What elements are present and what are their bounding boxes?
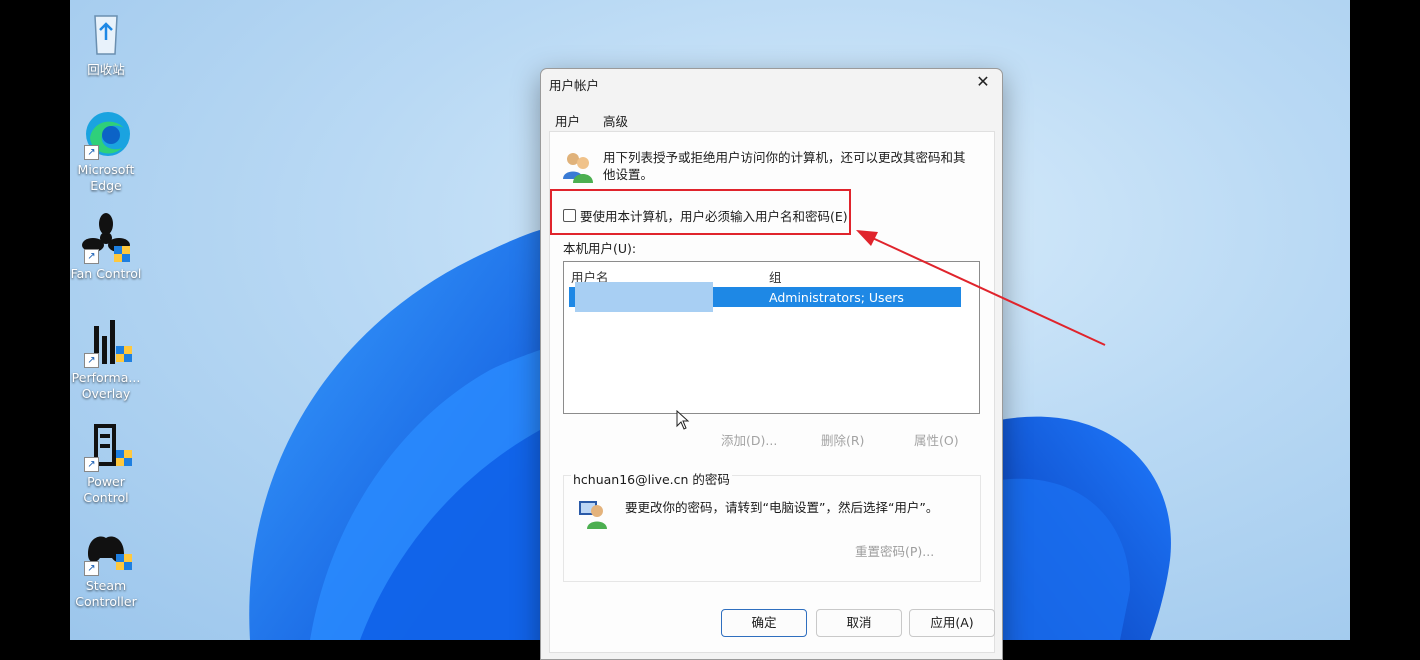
checkbox-label: 要使用本计算机，用户必须输入用户名和密码(E) <box>580 209 848 224</box>
tab-advanced[interactable]: 高级 <box>603 111 628 130</box>
shortcut-arrow-icon: ↗ <box>84 457 99 472</box>
desktop-icon-label: 回收站 <box>87 62 125 77</box>
desktop-icon-label: Steam Controller <box>75 578 137 609</box>
desktop-icon-label: Power Control <box>83 474 129 505</box>
user-key-icon <box>579 501 607 529</box>
dialog-title: 用户帐户 <box>549 78 600 93</box>
edge-icon: ↗ <box>78 108 134 160</box>
desktop-icon-label: Performa... Overlay <box>71 370 141 401</box>
desktop-icon-power-control[interactable]: ↗ Power Control <box>70 420 143 506</box>
recycle-bin-icon <box>78 8 134 60</box>
add-user-button[interactable]: 添加(D)... <box>721 430 777 449</box>
apply-button[interactable]: 应用(A) <box>909 609 995 637</box>
shortcut-arrow-icon: ↗ <box>84 353 99 368</box>
intro-text: 用下列表授予或拒绝用户访问你的计算机，还可以更改其密码和其他设置。 <box>603 150 966 182</box>
fan-icon: ↗ <box>78 212 134 264</box>
desktop-icon-label: Fan Control <box>70 266 142 281</box>
cancel-button[interactable]: 取消 <box>816 609 902 637</box>
password-groupbox <box>563 475 981 582</box>
mouse-pointer-icon <box>676 410 690 430</box>
desktop-icon-performance-overlay[interactable]: ↗ Performa... Overlay <box>70 316 143 402</box>
password-instructions: 要更改你的密码，请转到“电脑设置”，然后选择“用户”。 <box>625 500 939 515</box>
reset-password-button[interactable]: 重置密码(P)... <box>855 541 934 560</box>
close-icon: ✕ <box>976 72 990 91</box>
require-password-option[interactable]: 要使用本计算机，用户必须输入用户名和密码(E) <box>563 206 848 225</box>
gamepad-icon: ↗ <box>78 524 134 576</box>
local-users-list[interactable]: 用户名 组 Administrators; Users <box>563 261 980 414</box>
shortcut-arrow-icon: ↗ <box>84 145 99 160</box>
local-users-label: 本机用户(U): <box>563 241 637 256</box>
table-row[interactable]: Administrators; Users <box>569 282 961 312</box>
shortcut-arrow-icon: ↗ <box>84 561 99 576</box>
redacted-username <box>575 282 713 312</box>
desktop-icon-edge[interactable]: ↗ Microsoft Edge <box>70 108 143 194</box>
password-section-title: hchuan16@live.cn 的密码 <box>571 469 732 488</box>
tab-users[interactable]: 用户 <box>555 111 580 130</box>
remove-user-button[interactable]: 删除(R) <box>821 430 864 449</box>
require-password-checkbox[interactable] <box>563 209 576 222</box>
desktop-icon-steam-controller[interactable]: ↗ Steam Controller <box>70 524 143 610</box>
close-button[interactable]: ✕ <box>968 69 998 95</box>
row-group: Administrators; Users <box>769 290 904 305</box>
desktop-icon-fan-control[interactable]: ↗ Fan Control <box>70 212 143 282</box>
desktop-icon-recycle-bin[interactable]: 回收站 <box>70 8 143 78</box>
users-icon <box>563 153 593 183</box>
shortcut-arrow-icon: ↗ <box>84 249 99 264</box>
user-accounts-dialog: 用户帐户 ✕ 用户 高级 用下列表授予或拒绝用户访问你的计算机，还可以更改其密码… <box>540 68 1003 660</box>
desktop-icon-label: Microsoft Edge <box>77 162 135 193</box>
bar-chart-icon: ↗ <box>78 316 134 368</box>
column-header-group[interactable]: 组 <box>769 267 782 286</box>
ok-button[interactable]: 确定 <box>721 609 807 637</box>
power-control-icon: ↗ <box>78 420 134 472</box>
properties-button[interactable]: 属性(O) <box>914 430 959 449</box>
